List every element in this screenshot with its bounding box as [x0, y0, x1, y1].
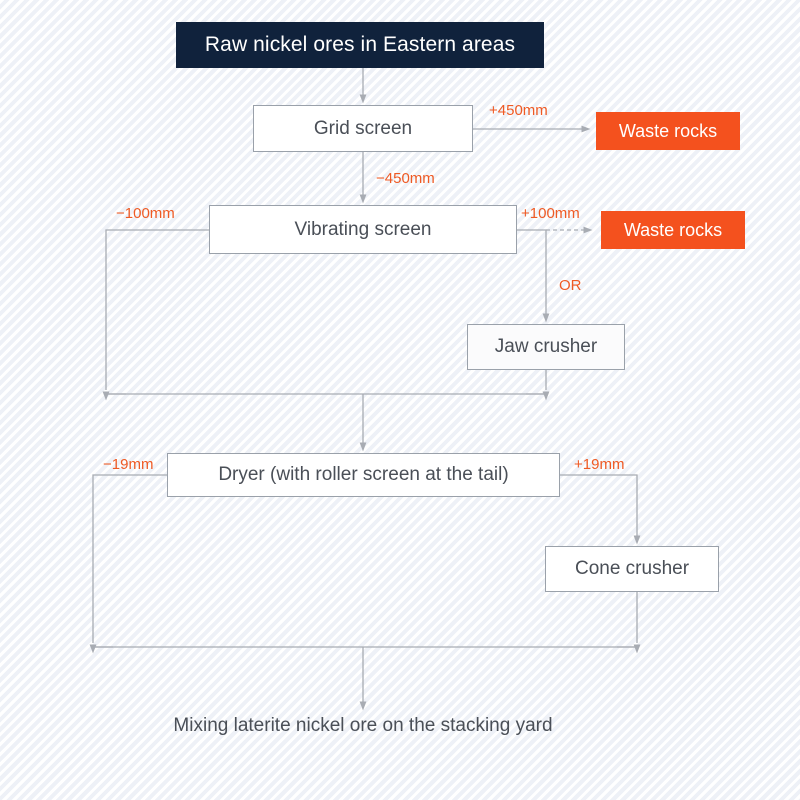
node-label: Cone crusher [574, 558, 690, 580]
edge-vibrating-plus100 [517, 229, 550, 323]
node-raw-nickel-ores: Raw nickel ores in Eastern areas [176, 22, 544, 68]
node-label: Grid screen [313, 117, 413, 139]
node-waste-rocks-1: Waste rocks [596, 112, 740, 150]
edge-vibrating-minus100 [105, 229, 209, 390]
edge-bottom-bar-right [617, 644, 641, 654]
node-waste-rocks-2: Waste rocks [601, 211, 745, 249]
node-label: Raw nickel ores in Eastern areas [204, 32, 516, 56]
node-cone-crusher: Cone crusher [545, 546, 719, 592]
node-jaw-crusher: Jaw crusher [467, 324, 625, 370]
edge-label-minus-19: −19mm [103, 456, 154, 473]
edge-label-minus-450: −450mm [376, 170, 435, 187]
node-stacking-yard: Mixing laterite nickel ore on the stacki… [93, 710, 633, 742]
edge-merge-bar-right [526, 391, 550, 401]
edge-bottom-bar-left [89, 644, 113, 654]
edge-dryer-minus19 [92, 474, 167, 643]
node-label: Mixing laterite nickel ore on the stacki… [173, 715, 553, 737]
edge-label-plus-100: +100mm [521, 205, 580, 222]
edge-label-or: OR [559, 277, 582, 294]
node-label: Vibrating screen [294, 218, 432, 240]
flowchart-canvas: Raw nickel ores in Eastern areas Grid sc… [0, 0, 800, 800]
node-label: Jaw crusher [494, 336, 598, 358]
edge-dryer-plus19 [560, 474, 641, 545]
edge-label-plus-19: +19mm [574, 456, 625, 473]
edge-label-plus-450: +450mm [489, 102, 548, 119]
node-grid-screen: Grid screen [253, 105, 473, 152]
edge-label-minus-100: −100mm [116, 205, 175, 222]
node-label: Dryer (with roller screen at the tail) [218, 464, 509, 486]
edge-merge-bar-left [102, 391, 126, 401]
node-dryer: Dryer (with roller screen at the tail) [167, 453, 560, 497]
node-vibrating-screen: Vibrating screen [209, 205, 517, 254]
node-label: Waste rocks [618, 120, 718, 141]
node-label: Waste rocks [623, 219, 723, 240]
